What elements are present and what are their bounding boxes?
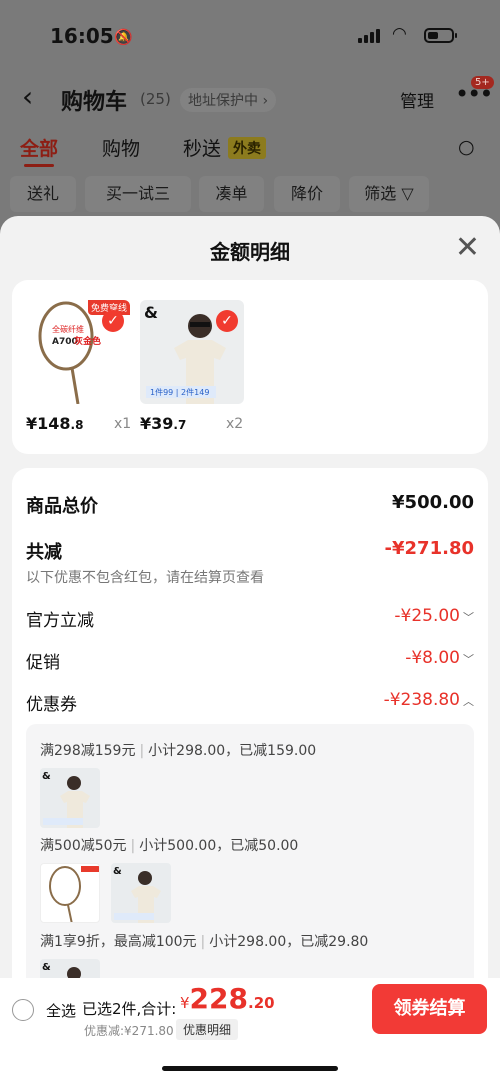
coupon-value: -¥238.80 — [383, 690, 460, 710]
address-protection-button[interactable]: 地址保护中 › — [180, 88, 277, 112]
status-time: 16:05 — [50, 24, 114, 48]
tshirt-image: & 1件99 | 2件149 ✓ — [140, 300, 244, 404]
tshirt-thumbnail: & — [40, 768, 100, 828]
product-tshirt[interactable]: & 1件99 | 2件149 ✓ ¥39.7 x2 — [140, 300, 244, 433]
mute-bell-icon: 🔕 — [114, 28, 133, 46]
official-discount-label: 官方立减 — [26, 611, 94, 631]
coupon-row[interactable]: -¥238.80 ︿ — [384, 690, 474, 710]
message-badge: 5+ — [471, 76, 494, 89]
wifi-icon: ◠ — [392, 24, 407, 44]
back-chevron-icon[interactable]: ‹ — [22, 80, 33, 113]
home-indicator — [162, 1066, 338, 1071]
promotion-value: -¥8.00 — [405, 648, 460, 668]
chevron-down-icon: ﹀ — [463, 611, 474, 624]
close-icon[interactable]: ✕ — [455, 230, 480, 266]
product-price: ¥148.8 — [26, 414, 84, 433]
takeout-tag: 外卖 — [228, 137, 266, 159]
chevron-up-icon: ︿ — [463, 695, 474, 708]
filter-chips: 送礼 买一试三 凑单 降价 筛选 ▽ — [0, 176, 500, 212]
product-quantity: x1 — [114, 416, 132, 432]
cart-item-count: (25) — [140, 90, 171, 108]
product-price: ¥39.7 — [140, 414, 187, 433]
address-protection-label: 地址保护中 — [188, 93, 258, 109]
cart-page-background: 16:05 🔕 ◠ ‹ 购物车 (25) 地址保护中 › 管理 ••• 5+ 全… — [0, 0, 500, 240]
tab-instant-delivery[interactable]: 秒送 — [183, 134, 221, 161]
total-price: ¥228.20 — [180, 982, 275, 1015]
chip-filter[interactable]: 筛选 ▽ — [349, 176, 429, 212]
selected-check-icon: ✓ — [216, 310, 238, 332]
selected-products-card: 全碳纤维 A700 灰金色 免费穿线 ✓ ¥148.8 x1 & 1件99 | … — [12, 280, 488, 454]
chevron-down-icon: ﹀ — [463, 653, 474, 666]
chip-filter-label: 筛选 — [364, 184, 397, 203]
tab-all[interactable]: 全部 — [20, 134, 58, 167]
selected-summary: 已选2件,合计: — [82, 1000, 177, 1018]
goods-total-label: 商品总价 — [26, 496, 98, 517]
product-racket[interactable]: 全碳纤维 A700 灰金色 免费穿线 ✓ ¥148.8 x1 — [26, 300, 131, 433]
svg-text:&: & — [42, 771, 51, 782]
product-quantity: x2 — [226, 416, 244, 432]
selected-check-icon: ✓ — [102, 310, 124, 332]
page-title: 购物车 — [61, 90, 128, 115]
goods-total-value: ¥500.00 — [392, 492, 474, 513]
cart-nav-bar: ‹ 购物车 (25) 地址保护中 › 管理 ••• 5+ — [0, 76, 500, 118]
svg-text:灰金色: 灰金色 — [74, 335, 101, 347]
select-all-label[interactable]: 全选 — [46, 1000, 76, 1021]
discount-amount: 优惠减:¥271.80 — [84, 1024, 174, 1038]
official-discount-row[interactable]: -¥25.00 ﹀ — [394, 606, 474, 626]
coupon-rule-line: 满500减50元 | 小计500.00，已减50.00 — [40, 838, 299, 854]
chip-gift[interactable]: 送礼 — [10, 176, 76, 212]
coupon-rule-line: 满1享9折，最高减100元 | 小计298.00，已减29.80 — [40, 934, 369, 950]
checkout-button[interactable]: 领券结算 — [372, 984, 487, 1034]
tshirt-thumbnail: & — [111, 863, 171, 923]
manage-button[interactable]: 管理 — [400, 87, 434, 112]
total-reduce-label: 共减 — [26, 542, 62, 563]
racket-image: 全碳纤维 A700 灰金色 免费穿线 ✓ — [26, 300, 130, 404]
coupon-rule-line: 满298减159元 | 小计298.00，已减159.00 — [40, 743, 317, 759]
chip-bundle[interactable]: 凑单 — [199, 176, 264, 212]
svg-text:全碳纤维: 全碳纤维 — [52, 324, 84, 334]
reduce-note: 以下优惠不包含红包，请在结算页查看 — [26, 570, 264, 586]
svg-text:&: & — [113, 866, 122, 877]
cart-tabs: 全部 购物 秒送 外卖 ○ — [0, 134, 500, 168]
total-reduce-value: -¥271.80 — [384, 538, 474, 559]
cellular-signal-icon — [358, 27, 380, 43]
svg-text:&: & — [42, 962, 51, 973]
promotion-label: 促销 — [26, 653, 60, 673]
checkout-bar: 全选 已选2件,合计: ¥228.20 优惠减:¥271.80 优惠明细 领券结… — [0, 978, 500, 1083]
chip-try-three[interactable]: 买一试三 — [85, 176, 191, 212]
racket-thumbnail — [40, 863, 100, 923]
sheet-title: 金额明细 — [210, 240, 290, 264]
discount-detail-link[interactable]: 优惠明细 — [176, 1019, 239, 1040]
search-icon[interactable]: ○ — [458, 136, 475, 158]
chip-price-drop[interactable]: 降价 — [274, 176, 340, 212]
amount-detail-sheet: 金额明细 ✕ 全碳纤维 A700 灰金色 免费穿线 ✓ ¥148.8 x1 & … — [0, 216, 500, 1083]
coupon-label: 优惠券 — [26, 695, 77, 715]
official-discount-value: -¥25.00 — [394, 606, 460, 626]
tab-shopping[interactable]: 购物 — [102, 134, 140, 161]
select-all-radio[interactable] — [12, 999, 34, 1021]
svg-text:&: & — [144, 303, 158, 322]
battery-icon — [424, 28, 457, 43]
promotion-row[interactable]: -¥8.00 ﹀ — [405, 648, 474, 668]
status-bar: 16:05 🔕 ◠ — [0, 22, 500, 52]
svg-text:1件99 | 2件149: 1件99 | 2件149 — [150, 387, 209, 397]
